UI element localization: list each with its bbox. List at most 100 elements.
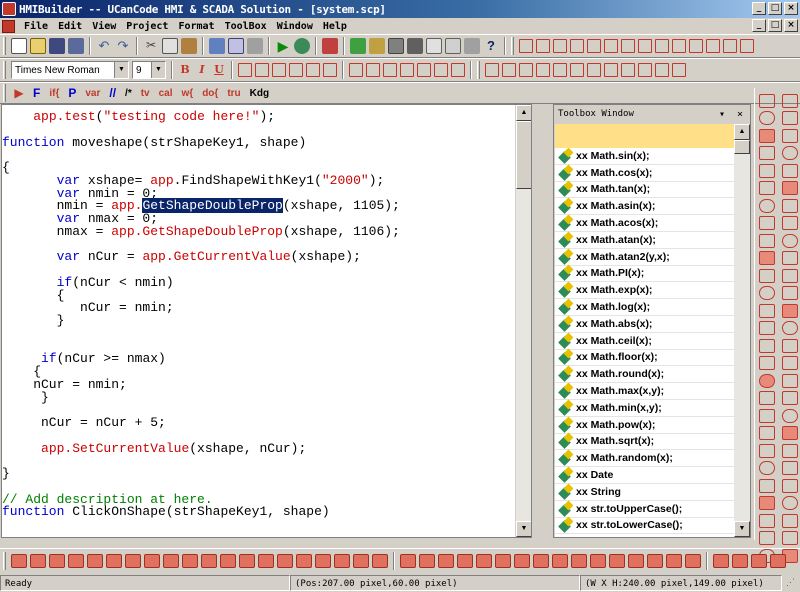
toolbox-item[interactable]: xx Math.max(x,y); — [555, 383, 735, 400]
redo-icon[interactable]: ↷ — [115, 38, 131, 54]
image-icon[interactable] — [209, 38, 225, 54]
zoom-box-icon[interactable] — [426, 38, 442, 54]
cross-tool-icon[interactable] — [759, 128, 775, 143]
arrange-toolbar-grip[interactable] — [477, 61, 480, 79]
ring-tool-icon[interactable] — [759, 338, 775, 353]
toolbox-item[interactable]: xx Math.atan(x); — [555, 232, 735, 249]
ellipse-tool-icon[interactable] — [759, 251, 775, 266]
shape-tool-icon[interactable] — [315, 553, 331, 568]
size-grip-icon[interactable]: ⋰ — [782, 575, 800, 591]
align-right-icon[interactable] — [553, 39, 567, 53]
block-tool-icon[interactable] — [782, 356, 798, 371]
shape-tool-icon[interactable] — [666, 553, 682, 568]
code-line[interactable]: } — [2, 313, 65, 329]
poly-tool-icon[interactable] — [759, 303, 775, 318]
debug-icon[interactable] — [294, 38, 310, 54]
code-editor[interactable]: app.test("testing code here!"); function … — [1, 104, 532, 538]
library-icon[interactable] — [369, 38, 385, 54]
shape-tool-icon[interactable] — [751, 553, 767, 568]
same-width-icon[interactable] — [655, 39, 669, 53]
chart-icon[interactable] — [350, 38, 366, 54]
shape-tool-icon[interactable] — [438, 553, 454, 568]
same-size-icon[interactable] — [689, 39, 703, 53]
code-line[interactable]: var nCur = app.GetCurrentValue(xshape); — [2, 249, 361, 265]
document-icon[interactable] — [2, 19, 15, 33]
shape-tool-icon[interactable] — [732, 553, 748, 568]
chevron-down-icon[interactable]: ▼ — [151, 62, 165, 78]
toolbox-item[interactable]: xx Math.log(x); — [555, 299, 735, 316]
zoom-icon[interactable] — [445, 38, 461, 54]
shape-tool-icon[interactable] — [106, 553, 122, 568]
arc-tool-icon[interactable] — [759, 146, 775, 161]
curve-tool-icon[interactable] — [782, 163, 798, 178]
open-folder-icon[interactable] — [30, 38, 46, 54]
toolbox-item[interactable]: xx Date — [555, 467, 735, 484]
shape-tool-icon[interactable] — [628, 553, 644, 568]
space-across-icon[interactable] — [621, 39, 635, 53]
shape-tool-icon[interactable] — [182, 553, 198, 568]
toolbar-grip[interactable] — [3, 37, 6, 55]
bring-forward-icon[interactable] — [587, 63, 601, 77]
ring-tool-icon[interactable] — [782, 338, 798, 353]
shape-tool-icon[interactable] — [353, 553, 369, 568]
align-center-icon[interactable] — [536, 39, 550, 53]
run-icon[interactable]: ▶ — [275, 38, 291, 54]
text-align-center-icon[interactable] — [255, 63, 269, 77]
valve-tool-icon[interactable] — [782, 478, 798, 493]
undo-icon[interactable]: ↶ — [96, 38, 112, 54]
doc-minimize-button[interactable]: _ — [752, 19, 766, 32]
link-tool-icon[interactable] — [782, 286, 798, 301]
arrow-style-icon[interactable] — [434, 63, 448, 77]
toolbox-item[interactable]: xx Math.ceil(x); — [555, 333, 735, 350]
italic-button[interactable]: I — [195, 63, 209, 77]
send-back-icon[interactable] — [570, 63, 584, 77]
block-comment-button[interactable]: /* — [122, 88, 135, 99]
do-button[interactable]: do{ — [199, 88, 221, 99]
print-preview-icon[interactable] — [388, 38, 404, 54]
shadow-icon[interactable] — [451, 63, 465, 77]
kdg-button[interactable]: Kdg — [247, 88, 272, 99]
polyline-tool-icon[interactable] — [782, 128, 798, 143]
rotate-left-icon[interactable] — [485, 63, 499, 77]
text-valign-bottom-icon[interactable] — [323, 63, 337, 77]
bezier-tool-icon[interactable] — [782, 198, 798, 213]
shape-tool-icon[interactable] — [571, 553, 587, 568]
toolbar-grip[interactable] — [3, 551, 6, 570]
select-tool-icon[interactable] — [759, 93, 775, 108]
text-tool-icon[interactable] — [782, 233, 798, 248]
shape-tool-icon[interactable] — [514, 553, 530, 568]
toolbox-item[interactable]: xx Math.random(x); — [555, 450, 735, 468]
toolbar-grip[interactable] — [3, 84, 6, 102]
shape-tool-icon[interactable] — [277, 553, 293, 568]
scroll-down-button[interactable]: ▼ — [734, 521, 750, 537]
toolbox-item[interactable]: xx Math.floor(x); — [555, 350, 735, 367]
shape-tool-icon[interactable] — [372, 553, 388, 568]
shape-tool-icon[interactable] — [68, 553, 84, 568]
shape-tool-icon[interactable] — [49, 553, 65, 568]
layer-icon[interactable] — [322, 38, 338, 54]
code-line[interactable]: function moveshape(strShapeKey1, shape) — [2, 135, 306, 151]
close-button[interactable]: × — [784, 2, 798, 15]
shape-tool-icon[interactable] — [533, 553, 549, 568]
try-button[interactable]: tru — [224, 88, 243, 99]
shape-tool-icon[interactable] — [476, 553, 492, 568]
chart-tool-icon[interactable] — [759, 391, 775, 406]
toolbox-item[interactable]: xx Math.PI(x); — [555, 266, 735, 283]
paste-icon[interactable] — [181, 38, 197, 54]
shape-tool-icon[interactable] — [87, 553, 103, 568]
ellipse-tool-icon[interactable] — [782, 251, 798, 266]
chevron-down-icon[interactable]: ▼ — [114, 62, 128, 78]
edit-tool-icon[interactable] — [759, 216, 775, 231]
fill-color-icon[interactable] — [383, 63, 397, 77]
shape-tool-icon[interactable] — [419, 553, 435, 568]
shape-tool-icon[interactable] — [334, 553, 350, 568]
toolbox-item[interactable]: xx Math.round(x); — [555, 366, 735, 384]
line-color-icon[interactable] — [366, 63, 380, 77]
nudge-down-icon[interactable] — [672, 63, 686, 77]
center-vertical-icon[interactable] — [723, 39, 737, 53]
bubble-tool-icon[interactable] — [782, 268, 798, 283]
toolbox-category-band[interactable] — [555, 124, 735, 148]
shape-tool-icon[interactable] — [11, 553, 27, 568]
code-line[interactable]: nCur = nCur + 5; — [2, 415, 166, 431]
toolbox-item[interactable]: xx Math.min(x,y); — [555, 400, 735, 417]
